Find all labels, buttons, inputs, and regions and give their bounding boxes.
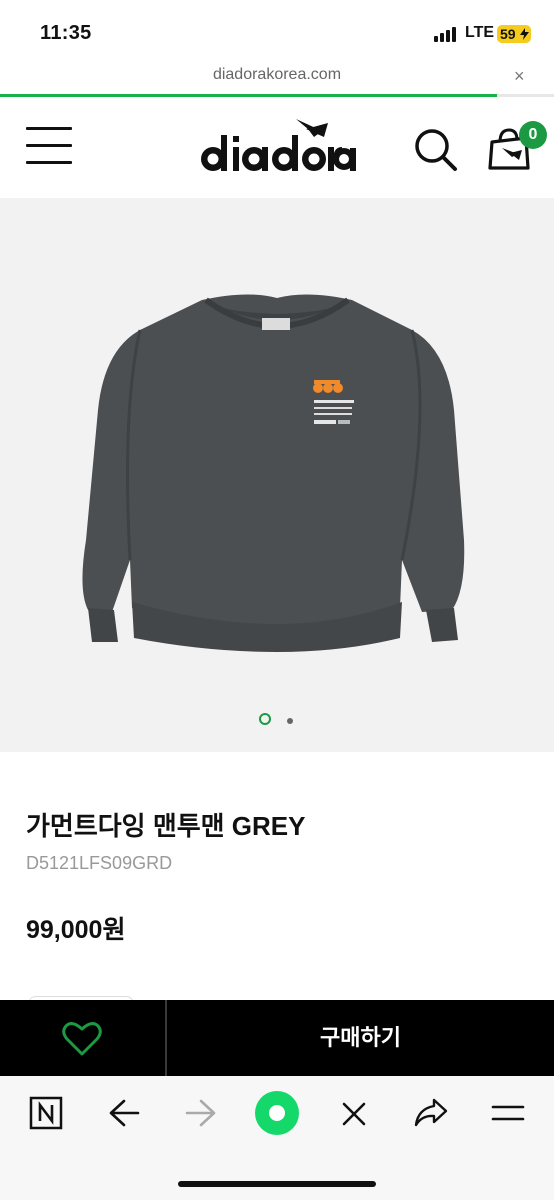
product-name: 가먼트다잉 맨투맨 GREY bbox=[26, 811, 306, 841]
green-dot-icon[interactable] bbox=[255, 1091, 299, 1140]
page-load-progress-fill bbox=[0, 94, 497, 97]
naver-icon[interactable] bbox=[29, 1096, 63, 1135]
status-time: 11:35 bbox=[40, 22, 92, 44]
share-icon[interactable] bbox=[414, 1097, 448, 1134]
gallery-indicator-active[interactable] bbox=[259, 713, 271, 725]
wishlist-button[interactable] bbox=[0, 1000, 164, 1076]
gallery-indicator[interactable] bbox=[287, 718, 293, 724]
cart-count-badge: 0 bbox=[519, 121, 547, 149]
buy-button[interactable]: 구매하기 bbox=[167, 1000, 554, 1076]
product-code: D5121LFS09GRD bbox=[26, 853, 173, 873]
close-icon[interactable]: × bbox=[514, 66, 525, 87]
menu-icon[interactable] bbox=[491, 1105, 525, 1126]
signal-icon bbox=[434, 27, 460, 42]
close-icon[interactable] bbox=[341, 1101, 367, 1132]
hamburger-menu-icon[interactable] bbox=[26, 127, 72, 165]
diadora-logo[interactable] bbox=[196, 115, 358, 177]
battery-level: 59 bbox=[500, 26, 516, 42]
product-price: 99,000원 bbox=[26, 916, 126, 944]
back-icon[interactable] bbox=[108, 1098, 140, 1133]
home-indicator bbox=[178, 1181, 376, 1187]
search-icon[interactable] bbox=[413, 127, 459, 173]
url-text[interactable]: diadorakorea.com bbox=[0, 66, 554, 84]
network-label: LTE bbox=[465, 24, 495, 41]
battery-icon: 59 bbox=[497, 25, 531, 43]
product-image[interactable] bbox=[82, 290, 472, 652]
heart-icon bbox=[62, 1022, 102, 1056]
forward-icon[interactable] bbox=[185, 1098, 217, 1133]
